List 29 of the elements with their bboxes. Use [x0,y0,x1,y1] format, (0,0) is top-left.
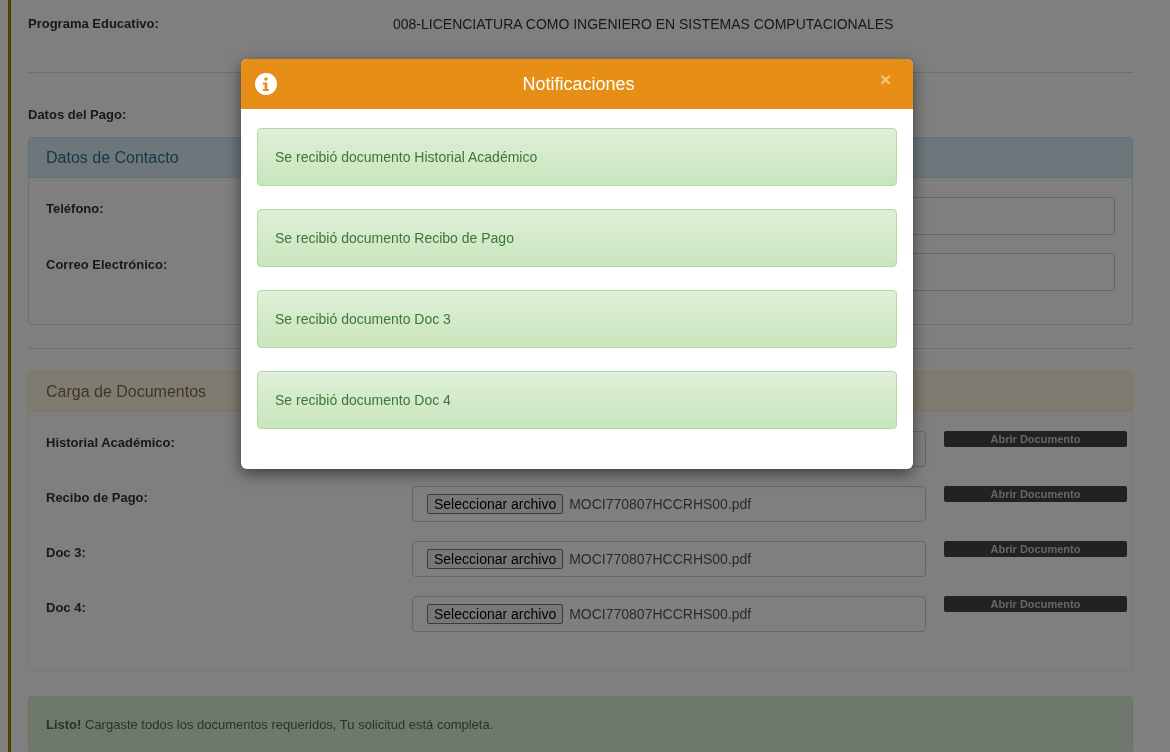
choose-file-button[interactable]: Seleccionar archivo [427,549,564,569]
open-document-button[interactable]: Abrir Documento [944,541,1127,557]
file-name: MOCI770807HCCRHS00.pdf [569,606,752,622]
field-label: Doc 3: [46,544,87,560]
section-label: Datos del Pago: [28,107,128,124]
open-document-button[interactable]: Abrir Documento [944,596,1127,612]
dialog-title: Notificaciones [521,73,636,95]
info-icon [255,73,277,95]
notification-message: Se recibió documento Historial Académico [257,128,897,186]
field-label: Teléfono: [46,200,105,216]
choose-file-button[interactable]: Seleccionar archivo [427,494,564,514]
field-label: Programa Educativo: [28,16,160,33]
open-document-button[interactable]: Abrir Documento [944,431,1127,447]
success-alert: Listo! Cargaste todos los documentos requeridos, Tu solicitud está completa. [28,696,1133,752]
file-input[interactable]: Seleccionar archivo MOCI770807HCCRHS00.pdf [412,486,926,522]
choose-file-button[interactable]: Seleccionar archivo [427,604,564,624]
notification-message: Se recibió documento Recibo de Pago [257,209,897,267]
field-label: Recibo de Pago: [46,489,149,505]
notification-message: Se recibió documento Doc 4 [257,371,897,429]
field-value: 008-LICENCIATURA COMO INGENIERO EN SISTEMAS COMPUTACIONALES [393,16,894,34]
field-label: Doc 4: [46,599,87,615]
file-input[interactable]: Seleccionar archivo MOCI770807HCCRHS00.pdf [412,596,926,632]
field-label: Historial Académico: [46,434,176,450]
file-name: MOCI770807HCCRHS00.pdf [569,551,752,567]
open-document-button[interactable]: Abrir Documento [944,486,1127,502]
file-name: MOCI770807HCCRHS00.pdf [569,496,752,512]
file-input[interactable]: Seleccionar archivo MOCI770807HCCRHS00.pdf [412,541,926,577]
field-label: Correo Electrónico: [46,256,169,272]
notification-message: Se recibió documento Doc 3 [257,290,897,348]
